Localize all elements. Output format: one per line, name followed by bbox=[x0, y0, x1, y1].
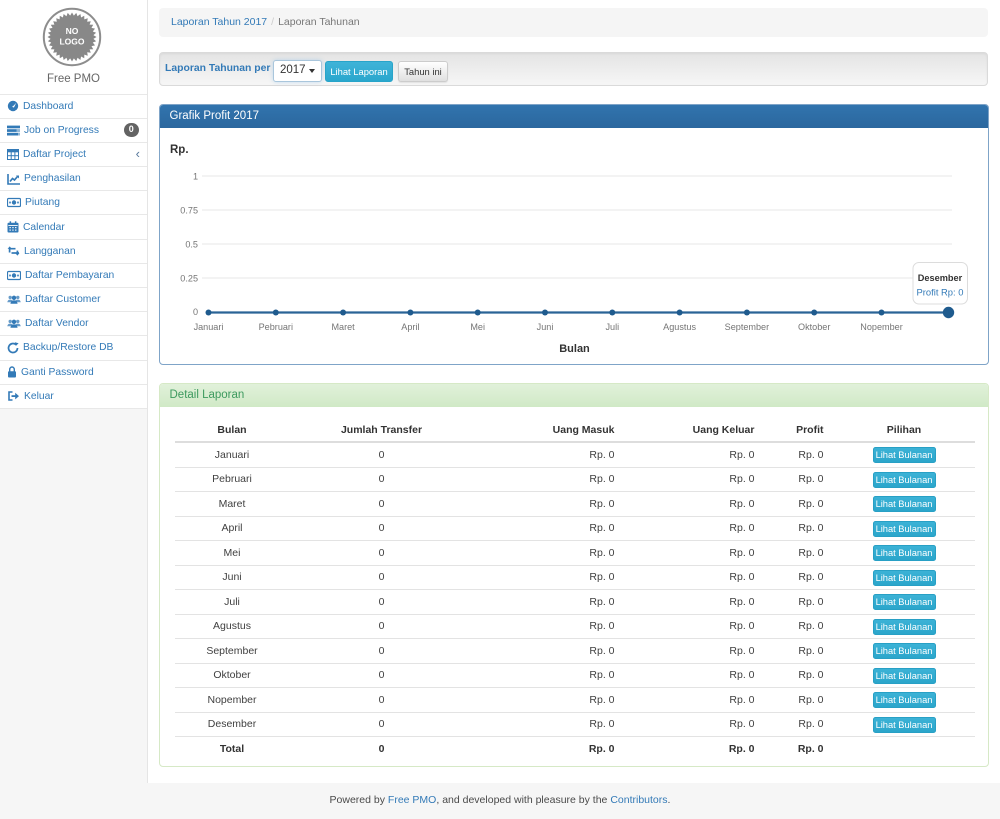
svg-text:Desember: Desember bbox=[917, 273, 962, 283]
svg-text:Nopember: Nopember bbox=[860, 322, 902, 332]
svg-text:April: April bbox=[401, 322, 419, 332]
svg-text:Oktober: Oktober bbox=[798, 322, 830, 332]
svg-text:Agustus: Agustus bbox=[663, 322, 696, 332]
svg-text:Pebruari: Pebruari bbox=[258, 322, 292, 332]
svg-text:Juni: Juni bbox=[536, 322, 553, 332]
svg-text:0.75: 0.75 bbox=[180, 206, 198, 216]
svg-text:September: September bbox=[724, 322, 768, 332]
svg-text:Januari: Januari bbox=[193, 322, 223, 332]
svg-text:Juli: Juli bbox=[605, 322, 619, 332]
svg-text:LOGO: LOGO bbox=[59, 37, 84, 47]
svg-text:Maret: Maret bbox=[331, 322, 355, 332]
svg-text:NO: NO bbox=[66, 26, 79, 36]
svg-text:Mei: Mei bbox=[470, 322, 485, 332]
svg-text:Rp.: Rp. bbox=[170, 144, 189, 156]
svg-text:0.25: 0.25 bbox=[180, 274, 198, 284]
svg-text:0.5: 0.5 bbox=[185, 240, 198, 250]
svg-text:1: 1 bbox=[192, 172, 197, 182]
svg-text:Bulan: Bulan bbox=[559, 343, 590, 355]
svg-text:0: 0 bbox=[192, 307, 197, 317]
svg-text:Profit Rp: 0: Profit Rp: 0 bbox=[916, 287, 963, 298]
